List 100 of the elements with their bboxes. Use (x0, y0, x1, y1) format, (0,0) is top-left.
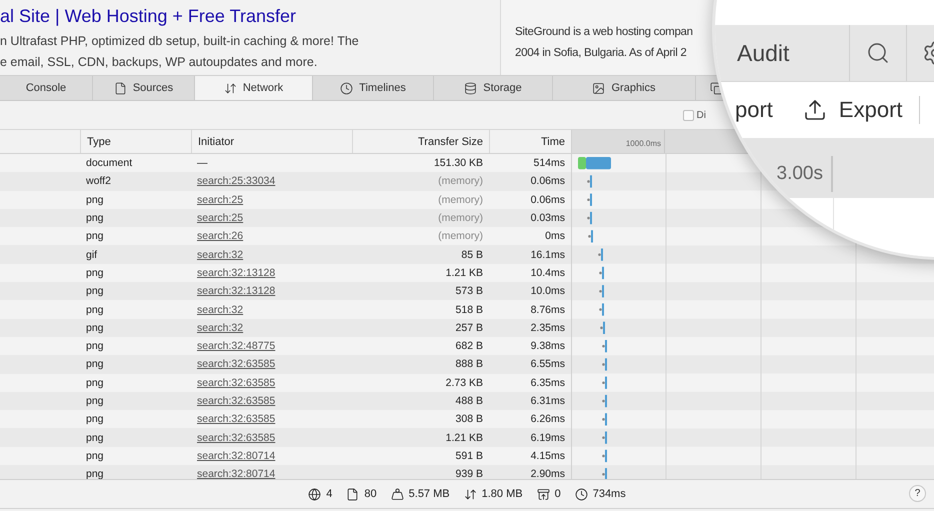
timing-bar (587, 175, 592, 188)
status-icon (308, 488, 322, 500)
size-cell-text: 888 B (454, 357, 484, 372)
initiator-cell: — (197, 157, 208, 170)
timing-bar (602, 376, 607, 389)
time-cell-text: 6.55ms (530, 357, 566, 372)
timing-bar (602, 413, 607, 426)
search-icon[interactable] (866, 41, 890, 65)
initiator-link[interactable]: search:32:13128 (197, 285, 276, 298)
type-cell-text: png (85, 211, 105, 226)
size-cell-text: 939 B (454, 467, 484, 479)
status-value: 5.57 MB (408, 488, 450, 500)
type-cell-text: woff2 (85, 174, 112, 190)
initiator-link[interactable]: search:32 (197, 322, 244, 334)
type-cell-text: png (85, 357, 105, 372)
status-value: 734ms (592, 488, 626, 500)
size-cell-text: 1.21 KB (444, 266, 484, 281)
status-value: 80 (364, 488, 377, 500)
toolbar-button[interactable]: Export (838, 97, 903, 123)
type-cell-text: png (85, 448, 105, 464)
help-button[interactable]: ? (909, 485, 926, 502)
column-header[interactable]: Initiator (191, 130, 352, 153)
size-cell-text: (memory) (437, 192, 484, 208)
result-title-link[interactable]: al Site | Web Hosting + Free Transfer (0, 6, 296, 27)
size-cell-text: (memory) (437, 229, 484, 244)
initiator-link[interactable]: search:32:80714 (197, 450, 276, 462)
initiator-link[interactable]: search:25 (197, 194, 244, 206)
type-cell-text: png (85, 430, 105, 446)
initiator-link[interactable]: search:25:33034 (197, 175, 276, 188)
status-value: 1.80 MB (482, 488, 523, 500)
timing-bar (600, 322, 605, 334)
timing-bar (587, 194, 592, 206)
initiator-link[interactable]: search:32:80714 (197, 468, 276, 479)
size-cell-text: 591 B (454, 448, 484, 464)
status-icon (574, 488, 588, 500)
column-header[interactable]: Type (80, 130, 191, 153)
time-cell-text: 9.38ms (530, 339, 566, 354)
devtools-tab[interactable]: Storage (434, 76, 553, 100)
status-value: 0 (554, 488, 561, 500)
status-value: 4 (326, 488, 332, 500)
size-cell-text: (memory) (437, 174, 484, 190)
size-cell-text: 573 B (454, 284, 484, 300)
initiator-link[interactable]: search:32:63585 (197, 413, 276, 426)
time-cell-text: 6.19ms (530, 430, 566, 446)
devtools-tab[interactable]: Timelines (313, 76, 434, 100)
initiator-link[interactable]: search:32:63585 (197, 432, 276, 444)
checkbox[interactable] (682, 110, 694, 120)
toolbar-button[interactable]: port (735, 97, 773, 123)
type-cell-text: document (85, 156, 134, 172)
time-cell-text: 0.06ms (530, 192, 566, 208)
tab-icon (592, 82, 606, 94)
time-cell-text: 0.06ms (530, 174, 566, 190)
result-snippet: e email, SSL, CDN, backups, WP autoupdates and more. (0, 54, 318, 71)
initiator-link[interactable]: search:32:63585 (197, 358, 276, 370)
initiator-link[interactable]: search:32 (197, 304, 244, 316)
timeline-tick: 1000.0ms (626, 139, 661, 148)
size-cell-text: 682 B (454, 339, 484, 354)
type-cell-text: png (85, 266, 105, 281)
timing-bar (588, 230, 593, 242)
status-icon (464, 488, 477, 500)
initiator-link[interactable]: search:26 (197, 230, 244, 242)
type-cell-text: png (85, 376, 105, 391)
size-cell-text: 1.21 KB (444, 430, 484, 446)
devtools-tab[interactable]: Console (0, 76, 93, 100)
devtools-tab[interactable]: Network (195, 76, 313, 100)
time-cell-text: 0.03ms (530, 211, 566, 226)
timing-bar (602, 450, 607, 462)
time-cell-text: 514ms (532, 156, 566, 172)
timing-bar (599, 285, 604, 298)
size-cell-text: 2.73 KB (444, 376, 484, 391)
initiator-link[interactable]: search:32:13128 (197, 266, 276, 279)
type-cell-text: png (85, 412, 105, 428)
timing-bar (599, 303, 604, 316)
size-cell-text: 151.30 KB (432, 156, 484, 172)
initiator-link[interactable]: search:25 (197, 212, 244, 224)
initiator-link[interactable]: search:32:63585 (197, 376, 276, 389)
tab-icon (464, 82, 478, 94)
type-cell-text: png (85, 302, 105, 318)
timing-bar (602, 340, 607, 352)
timing-bar (602, 432, 607, 444)
initiator-link[interactable]: search:32 (197, 248, 244, 261)
timing-bar (598, 248, 603, 261)
timing-bar (578, 157, 611, 170)
result-snippet: n Ultrafast PHP, optimized db setup, built-in caching & more! The (0, 33, 360, 50)
tab-icon (340, 82, 354, 94)
type-cell-text: png (85, 339, 105, 354)
size-cell-text: 85 B (460, 248, 484, 263)
devtools-tab[interactable]: Graphics (553, 76, 696, 100)
type-cell-text: png (85, 320, 105, 336)
time-cell-text: 6.31ms (530, 394, 566, 409)
initiator-link[interactable]: search:32:63585 (197, 395, 276, 407)
column-header[interactable]: Time (489, 130, 571, 153)
type-cell-text: gif (85, 248, 98, 263)
timeline-tick: 3.00s (776, 163, 823, 185)
type-cell-text: png (85, 192, 105, 208)
size-cell-text: 518 B (454, 302, 484, 318)
time-cell-text: 10.4ms (530, 266, 566, 281)
time-cell-text: 6.35ms (530, 376, 566, 391)
initiator-link[interactable]: search:32:48775 (197, 340, 276, 352)
column-header[interactable]: Transfer Size (352, 130, 489, 153)
